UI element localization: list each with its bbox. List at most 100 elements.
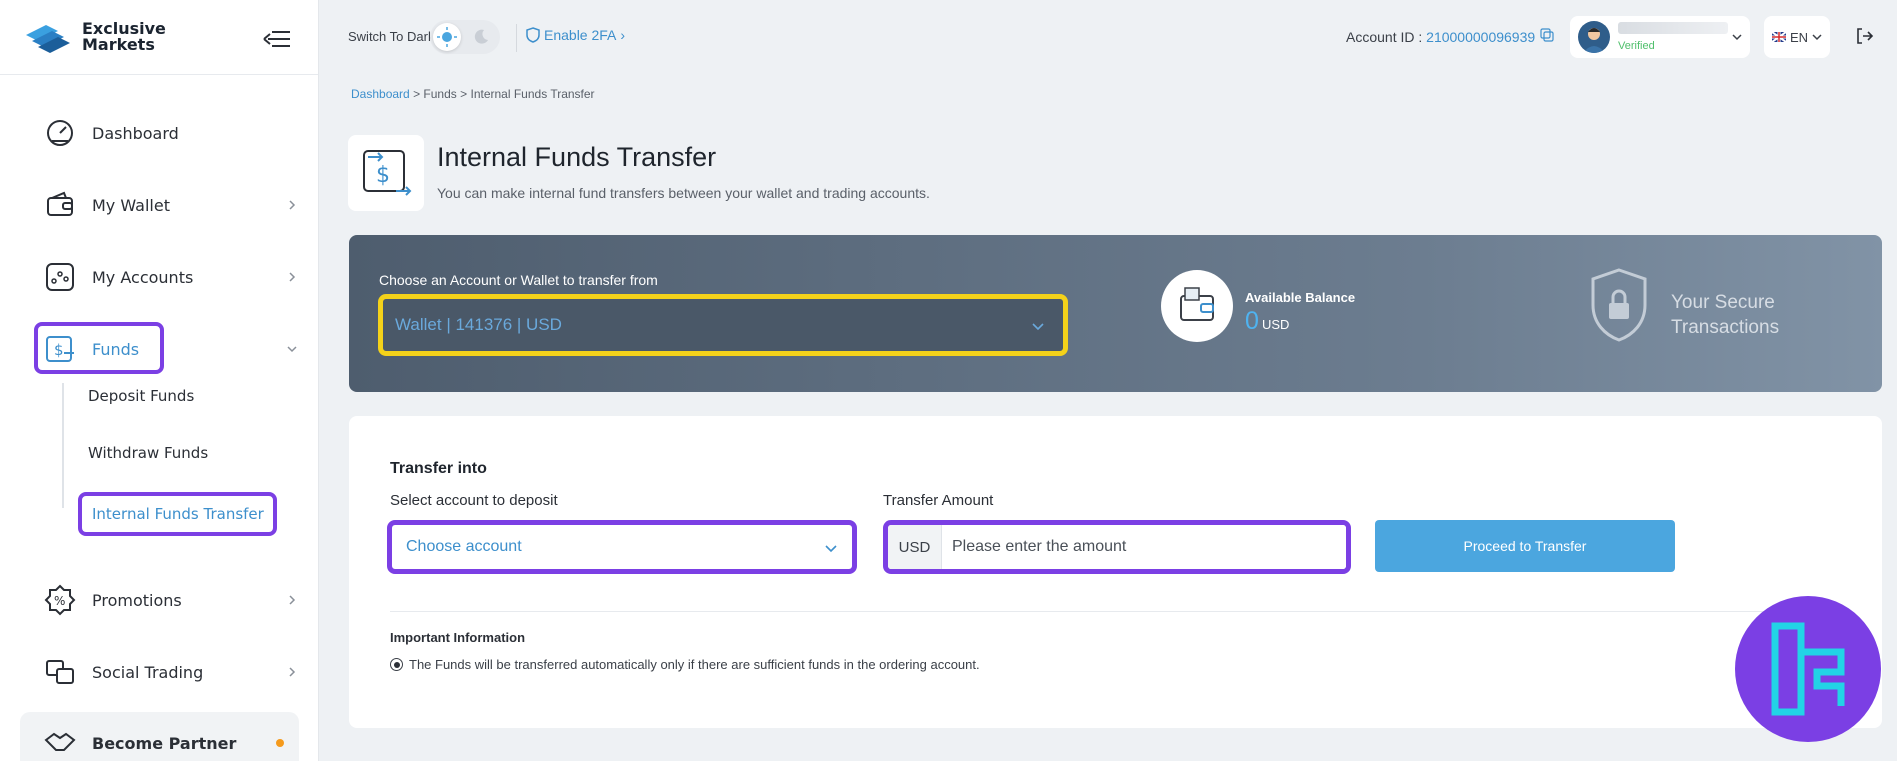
avatar <box>1578 21 1610 53</box>
svg-text:$: $ <box>54 341 64 359</box>
sidebar-item-dashboard[interactable]: Dashboard <box>0 105 319 161</box>
promotions-badge-icon: % <box>44 584 76 616</box>
breadcrumb-dashboard[interactable]: Dashboard <box>351 87 410 101</box>
brand-name-line2: Markets <box>82 35 155 54</box>
chevron-right-icon <box>289 200 296 210</box>
bullet-radio-icon <box>390 658 403 671</box>
submenu-internal-funds-transfer[interactable]: Internal Funds Transfer <box>78 492 277 536</box>
tc-logo-icon <box>1771 622 1845 716</box>
language-label: EN <box>1789 29 1809 45</box>
proceed-to-transfer-button[interactable]: Proceed to Transfer <box>1375 520 1675 572</box>
source-account-select[interactable]: Wallet | 141376 | USD <box>378 294 1068 356</box>
sidebar-item-my-accounts[interactable]: My Accounts <box>0 249 319 305</box>
sidebar-item-label: Become Partner <box>92 734 237 753</box>
sidebar-item-social-trading[interactable]: Social Trading <box>0 644 319 700</box>
important-info-note: The Funds will be transferred automatica… <box>390 657 980 672</box>
sun-icon <box>437 27 457 47</box>
submenu-withdraw-funds[interactable]: Withdraw Funds <box>88 444 208 462</box>
watermark-logo <box>1735 596 1881 742</box>
chevron-right-icon <box>289 595 296 605</box>
uk-flag-icon <box>1771 32 1786 42</box>
logo-area: Exclusive Markets <box>0 0 318 75</box>
balance-unit: USD <box>1262 317 1290 332</box>
copy-icon[interactable] <box>1540 28 1554 42</box>
chevron-down-icon <box>1812 34 1822 41</box>
brand-name[interactable]: Exclusive Markets <box>82 21 166 53</box>
user-name-redacted <box>1618 22 1728 34</box>
page-icon: $ <box>348 135 424 211</box>
collapse-menu-icon[interactable] <box>262 28 292 50</box>
svg-text:%: % <box>54 594 65 608</box>
logout-icon[interactable] <box>1854 26 1874 46</box>
account-id: Account ID : 21000000096939 <box>1346 29 1535 45</box>
moon-icon <box>474 29 488 44</box>
toggle-knob <box>433 23 461 51</box>
sidebar-item-promotions[interactable]: % Promotions <box>0 572 319 628</box>
svg-text:$: $ <box>376 163 390 188</box>
deposit-account-select[interactable]: Choose account <box>387 520 857 574</box>
breadcrumb: Dashboard > Funds > Internal Funds Trans… <box>351 87 595 101</box>
source-select-label: Choose an Account or Wallet to transfer … <box>379 272 658 288</box>
shield-lock-icon <box>1591 268 1647 342</box>
enable-2fa-link[interactable]: Enable 2FA › <box>526 27 625 43</box>
breadcrumb-current: Internal Funds Transfer <box>470 87 595 101</box>
submenu-line <box>62 383 64 508</box>
account-id-label: Account ID : <box>1346 29 1423 45</box>
top-bar: Switch To Dark Enable 2FA › Account ID :… <box>320 0 1897 75</box>
page-subtitle: You can make internal fund transfers bet… <box>437 185 930 201</box>
important-info-title: Important Information <box>390 630 526 645</box>
chevron-right-icon <box>289 667 296 677</box>
sidebar-item-label: Social Trading <box>92 662 204 682</box>
header-divider <box>516 24 517 52</box>
transfer-amount-field: USD <box>883 520 1351 574</box>
sidebar-item-label: Funds <box>92 339 140 359</box>
deposit-account-label: Select account to deposit <box>390 492 558 509</box>
source-banner: Choose an Account or Wallet to transfer … <box>349 235 1882 392</box>
handshake-icon <box>44 732 76 751</box>
sidebar-item-label: My Accounts <box>92 267 194 287</box>
dashboard-gauge-icon <box>47 120 73 146</box>
amount-currency: USD <box>888 525 942 569</box>
chevron-down-icon <box>1732 34 1742 41</box>
notification-dot <box>276 739 284 747</box>
sidebar-item-become-partner[interactable]: Become Partner <box>20 712 299 761</box>
chevron-down-icon <box>825 545 837 553</box>
breadcrumb-funds[interactable]: Funds <box>423 87 456 101</box>
sidebar-item-funds[interactable]: $ Funds <box>0 321 319 377</box>
enable-2fa-label: Enable 2FA <box>544 27 617 43</box>
sidebar-item-label: Dashboard <box>92 123 179 143</box>
dark-mode-toggle[interactable] <box>430 20 500 54</box>
submenu-deposit-funds[interactable]: Deposit Funds <box>88 387 194 405</box>
dark-mode-label: Switch To Dark <box>348 29 435 44</box>
wallet-icon <box>47 191 73 216</box>
secure-line1: Your Secure <box>1671 292 1775 313</box>
funds-transfer-icon: $ <box>46 336 74 362</box>
chevron-down-icon <box>1032 323 1044 331</box>
transfer-into-title: Transfer into <box>390 460 487 477</box>
secure-line2: Transactions <box>1671 317 1780 338</box>
transfer-amount-label: Transfer Amount <box>883 492 994 509</box>
balance-value: 0 <box>1245 307 1259 335</box>
secure-transactions-text: Your Secure Transactions <box>1671 290 1779 340</box>
sidebar-item-label: My Wallet <box>92 195 170 215</box>
balance-icon-circle <box>1161 270 1233 342</box>
transfer-amount-input[interactable] <box>942 525 1346 569</box>
transfer-dollar-icon: $ <box>363 150 412 196</box>
user-menu[interactable]: Verified <box>1570 16 1750 58</box>
balance-label: Available Balance <box>1245 290 1356 305</box>
wallet-cash-icon <box>1180 287 1214 321</box>
section-divider <box>390 611 1840 612</box>
social-trading-icon <box>46 660 74 684</box>
breadcrumb-separator: > <box>460 87 468 101</box>
accounts-chart-icon <box>46 263 74 291</box>
chevron-right-icon <box>289 272 296 282</box>
language-selector[interactable]: EN <box>1764 16 1830 58</box>
chevron-down-icon <box>287 346 297 353</box>
source-account-value: Wallet | 141376 | USD <box>395 315 562 334</box>
sidebar-item-label: Promotions <box>92 590 182 610</box>
sidebar-item-my-wallet[interactable]: My Wallet <box>0 177 319 233</box>
page-title: Internal Funds Transfer <box>437 142 717 172</box>
account-id-value: 21000000096939 <box>1426 29 1536 45</box>
sidebar: Exclusive Markets Dashboard My Wallet My… <box>0 0 319 761</box>
verified-badge: Verified <box>1618 40 1655 52</box>
